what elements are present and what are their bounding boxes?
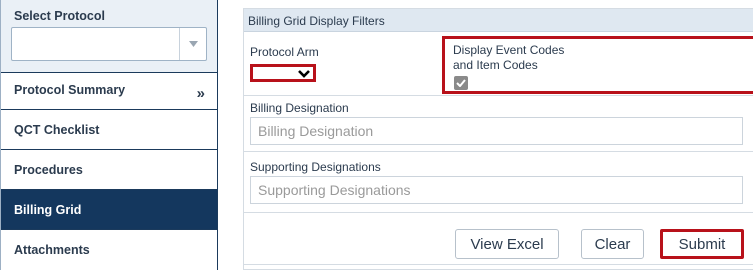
chevron-down-icon — [298, 70, 310, 78]
sidebar-item-label: Attachments — [14, 243, 90, 257]
protocol-arm-label: Protocol Arm — [250, 45, 319, 59]
submit-button[interactable]: Submit — [660, 229, 744, 259]
sidebar-item-billing-grid[interactable]: Billing Grid — [1, 190, 217, 230]
divider — [244, 151, 753, 152]
select-protocol-section: Select Protocol — [1, 0, 217, 73]
supporting-designations-label: Supporting Designations — [250, 160, 381, 174]
dropdown-arrow-icon[interactable] — [179, 28, 206, 60]
sidebar-item-attachments[interactable]: Attachments — [1, 230, 217, 270]
billing-designation-label: Billing Designation — [250, 101, 349, 115]
protocol-arm-select[interactable] — [250, 64, 316, 82]
sidebar: Select Protocol Protocol Summary » QCT C… — [0, 0, 218, 270]
clear-button[interactable]: Clear — [581, 229, 644, 259]
display-codes-label-line1: Display Event Codes — [453, 43, 565, 57]
supporting-designations-input[interactable] — [250, 176, 743, 204]
select-protocol-label: Select Protocol — [14, 9, 105, 23]
sidebar-item-qct-checklist[interactable]: QCT Checklist — [1, 110, 217, 150]
display-codes-checkbox[interactable] — [454, 76, 468, 90]
display-codes-label: Display Event Codes and Item Codes — [453, 43, 613, 73]
billing-designation-input[interactable] — [250, 117, 743, 145]
filters-row: Protocol Arm Display Event Codes and Ite… — [244, 32, 753, 96]
display-codes-group: Display Event Codes and Item Codes — [442, 36, 753, 94]
sidebar-item-protocol-summary[interactable]: Protocol Summary » — [1, 73, 217, 110]
panel-title: Billing Grid Display Filters — [244, 9, 753, 32]
divider — [244, 212, 753, 213]
sidebar-item-label: Protocol Summary — [14, 83, 126, 97]
double-chevron-right-icon[interactable]: » — [197, 85, 205, 102]
checkmark-icon — [456, 79, 466, 87]
sidebar-item-label: QCT Checklist — [14, 122, 100, 137]
sidebar-item-procedures[interactable]: Procedures — [1, 150, 217, 190]
display-codes-label-line2: and Item Codes — [453, 58, 538, 72]
divider — [244, 264, 753, 265]
sidebar-item-label: Procedures — [14, 162, 83, 177]
sidebar-item-label: Billing Grid — [14, 202, 82, 217]
billing-grid-filters-panel: Billing Grid Display Filters Protocol Ar… — [243, 8, 753, 270]
protocol-select[interactable] — [11, 27, 207, 61]
view-excel-button[interactable]: View Excel — [455, 229, 559, 259]
